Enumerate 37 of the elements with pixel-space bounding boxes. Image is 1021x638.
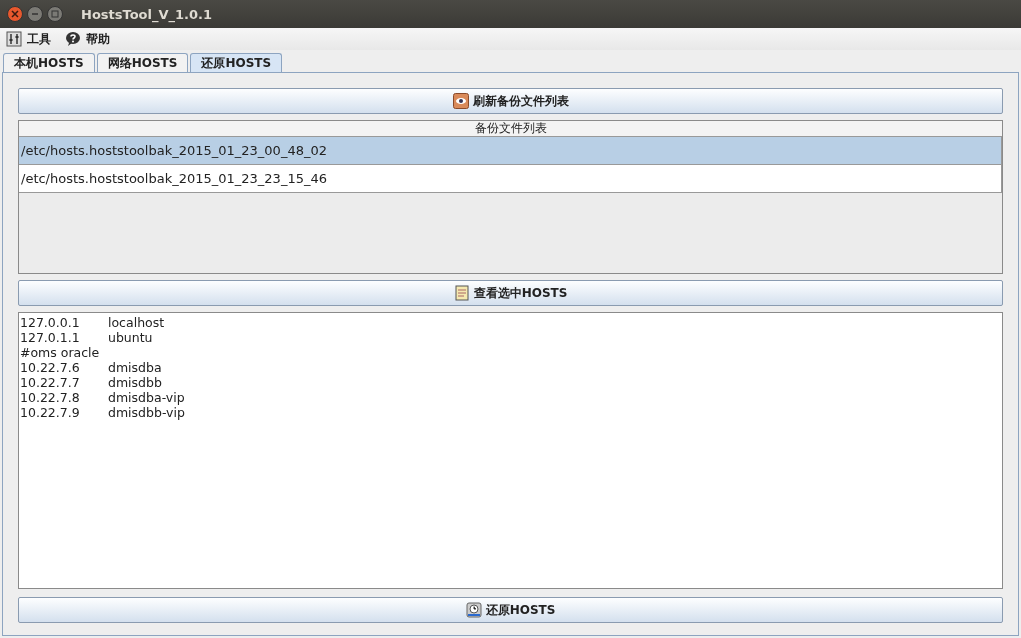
ip-text: 10.22.7.7 <box>20 375 81 390</box>
close-icon <box>11 10 19 18</box>
hostname-text: dmisdbb-vip <box>108 405 185 420</box>
hostname-text: dmisdbb <box>108 375 162 390</box>
comment-text: #oms oracle <box>20 345 100 360</box>
tools-icon <box>6 31 22 47</box>
close-button[interactable] <box>7 6 23 22</box>
help-icon <box>65 31 81 47</box>
maximize-icon <box>51 10 59 18</box>
hostname-text: dmisdba <box>108 360 162 375</box>
ip-text: 10.22.7.8 <box>20 390 81 405</box>
eye-icon <box>452 93 469 109</box>
tab[interactable]: 网络HOSTS <box>96 53 189 72</box>
ip-text: 127.0.1.1 <box>20 330 81 345</box>
menu-item[interactable]: 工具 <box>6 30 51 48</box>
hostname-text: dmisdba-vip <box>108 390 185 405</box>
window-title: HostsTool_V_1.0.1 <box>81 6 213 22</box>
ip-text: 127.0.0.1 <box>20 315 81 330</box>
table-row[interactable]: /etc/hosts.hoststoolbak_2015_01_23_00_48_02 <box>19 137 1002 165</box>
hosts-text-area[interactable]: 127.0.0.1 localhost 127.0.1.1 ubuntu #oms oracle 10.22.7.6 dmisdba 10.22.7.7 dmisdbb 10.22.7.8 dmisdba-vip 10.22.7.9 dmisdbb-vip <box>18 312 1003 589</box>
clock-icon <box>465 602 482 618</box>
minimize-icon <box>31 10 39 18</box>
tab[interactable]: 还原HOSTS <box>190 53 283 72</box>
hostname-text: ubuntu <box>108 330 153 345</box>
notepad-icon <box>453 285 470 301</box>
column-header: 备份文件列表 <box>19 121 1002 137</box>
menu-item[interactable]: 帮助 <box>65 30 110 48</box>
table-row[interactable]: /etc/hosts.hoststoolbak_2015_01_23_23_15_46 <box>19 165 1002 193</box>
refresh-button[interactable]: 刷新备份文件列表 <box>18 88 1003 114</box>
tab[interactable]: 本机HOSTS <box>3 53 95 72</box>
ip-text: 10.22.7.9 <box>20 405 81 420</box>
view-button[interactable]: 查看选中HOSTS <box>18 280 1003 306</box>
minimize-button[interactable] <box>27 6 43 22</box>
hostname-text: localhost <box>108 315 165 330</box>
maximize-button[interactable] <box>47 6 63 22</box>
restore-button[interactable]: 还原HOSTS <box>18 597 1003 623</box>
ip-text: 10.22.7.6 <box>20 360 81 375</box>
